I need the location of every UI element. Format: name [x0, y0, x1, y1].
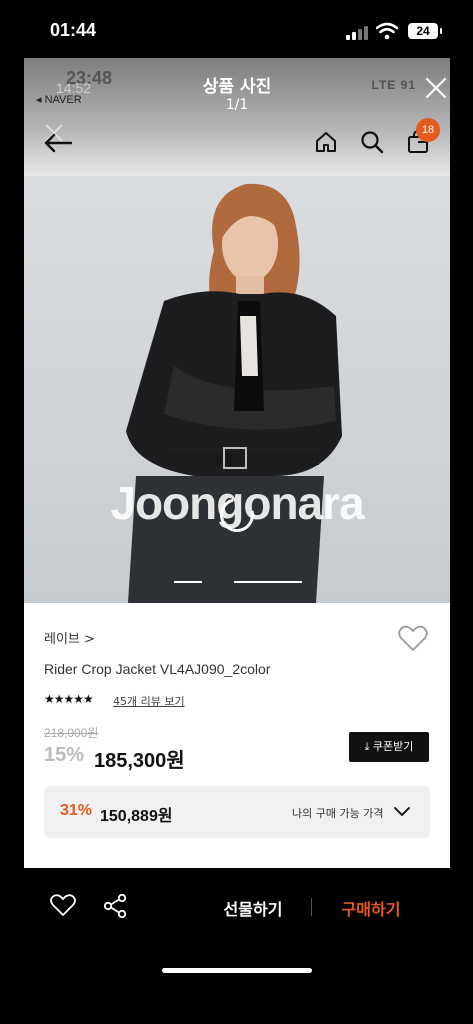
gift-button[interactable]: 선물하기 [210, 896, 296, 920]
product-photo[interactable]: Joongonara [24, 176, 450, 603]
my-price-box[interactable]: 31% 150,889원 나의 구매 가능 가격 [44, 786, 430, 838]
close-icon[interactable] [424, 76, 448, 100]
home-indicator[interactable] [162, 968, 312, 973]
brand-link[interactable]: 레이브 > [44, 628, 95, 647]
status-time: 01:44 [50, 20, 97, 40]
review-link[interactable]: 45개 리뷰 보기 [113, 693, 185, 709]
sale-price: 185,300원 [94, 750, 185, 772]
star-rating: ★★★★★ [44, 692, 94, 706]
wishlist-heart-icon[interactable] [50, 893, 76, 917]
product-name: Rider Crop Jacket VL4AJ090_2color [44, 661, 271, 677]
action-divider [311, 898, 312, 916]
battery-icon: 24 [408, 23, 442, 39]
cart-count-badge: 18 [416, 118, 440, 142]
photo-counter: 1/1 [225, 97, 249, 113]
discount-rate: 15% [44, 744, 85, 766]
cellular-signal-icon [346, 26, 368, 40]
photo-indicator-1 [174, 581, 202, 583]
search-icon[interactable] [360, 130, 384, 154]
chevron-down-icon[interactable] [393, 803, 411, 821]
share-icon[interactable] [103, 893, 127, 919]
wifi-icon [376, 22, 398, 40]
status-bar: 01:44 24 [0, 0, 473, 60]
buy-button[interactable]: 구매하기 [328, 896, 414, 920]
my-price: 150,889원 [100, 808, 173, 825]
my-price-label: 나의 구매 가능 가격 [292, 807, 384, 820]
original-price: 218,000원 [44, 726, 99, 740]
photo-indicator-2 [234, 581, 302, 583]
back-arrow-icon[interactable] [44, 132, 72, 154]
coupon-button[interactable]: ⤓ 쿠폰받기 [349, 732, 429, 762]
viewer-title: 상품 사진 [202, 77, 272, 97]
my-discount-rate: 31% [60, 802, 93, 819]
product-screen: 23:48 14:52 ◂ NAVER LTE 91 상품 사진 1/1 18 [24, 58, 450, 868]
photo-viewer-header: 23:48 14:52 ◂ NAVER LTE 91 상품 사진 1/1 18 [24, 58, 450, 176]
heart-icon[interactable] [398, 624, 428, 652]
model-photo-illustration [126, 183, 342, 603]
home-icon[interactable] [314, 130, 338, 154]
